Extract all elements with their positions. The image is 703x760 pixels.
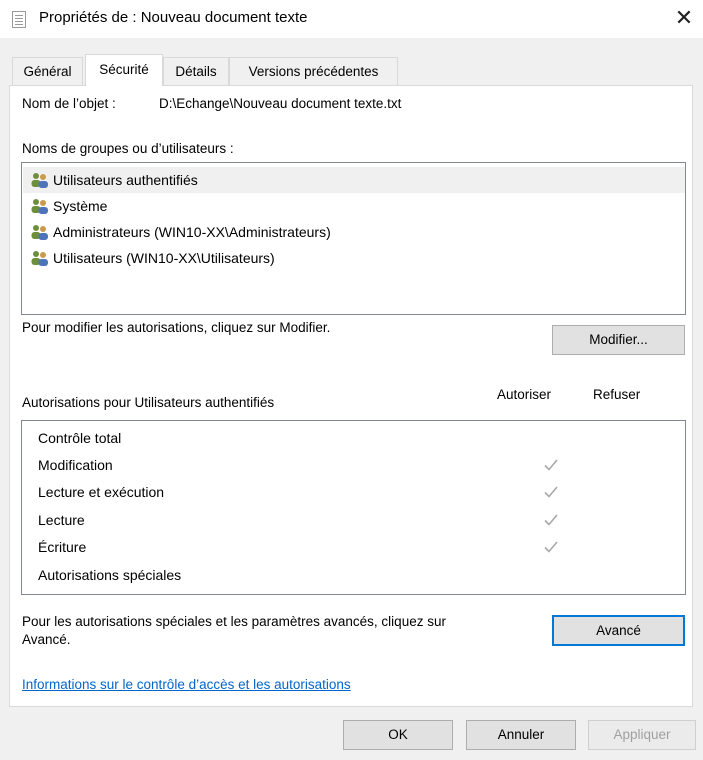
object-name-label: Nom de l’objet : bbox=[22, 96, 116, 111]
allow-check-icon bbox=[544, 486, 558, 498]
tab-securite[interactable]: Sécurité bbox=[85, 54, 163, 86]
close-button[interactable]: ✕ bbox=[667, 2, 701, 34]
allow-check-icon bbox=[544, 541, 558, 553]
ok-button[interactable]: OK bbox=[343, 720, 453, 750]
permission-row: Autorisations spéciales bbox=[38, 562, 678, 589]
permissions-list: Contrôle total Modification Lecture et e… bbox=[21, 420, 686, 595]
list-item-label: Administrateurs (WIN10-XX\Administrateur… bbox=[53, 224, 331, 240]
list-item-label: Utilisateurs authentifiés bbox=[53, 172, 198, 188]
tab-general[interactable]: Général bbox=[12, 57, 83, 85]
list-item-label: Système bbox=[53, 198, 108, 214]
permission-row: Modification bbox=[38, 452, 678, 479]
groups-listbox[interactable]: Utilisateurs authentifiés Système Admini… bbox=[21, 162, 686, 315]
permission-label: Écriture bbox=[38, 539, 87, 555]
permission-label: Modification bbox=[38, 457, 113, 473]
list-item-systeme[interactable]: Système bbox=[23, 193, 685, 219]
access-control-help-link[interactable]: Informations sur le contrôle d’accès et … bbox=[22, 677, 351, 692]
advanced-button[interactable]: Avancé bbox=[552, 615, 685, 646]
modify-hint: Pour modifier les autorisations, cliquez… bbox=[22, 320, 331, 335]
permission-row: Lecture et exécution bbox=[38, 479, 678, 506]
permission-row: Contrôle total bbox=[38, 425, 678, 452]
deny-column-header: Refuser bbox=[593, 387, 641, 402]
user-group-icon bbox=[31, 173, 48, 188]
list-item-label: Utilisateurs (WIN10-XX\Utilisateurs) bbox=[53, 250, 275, 266]
user-group-icon bbox=[31, 251, 48, 266]
permission-label: Contrôle total bbox=[38, 430, 122, 446]
permission-row: Lecture bbox=[38, 507, 678, 534]
permission-row: Écriture bbox=[38, 534, 678, 561]
title-bar: Propriétés de : Nouveau document texte ✕ bbox=[0, 0, 703, 38]
apply-button[interactable]: Appliquer bbox=[588, 720, 696, 750]
cancel-button[interactable]: Annuler bbox=[466, 720, 576, 750]
tab-versions-precedentes[interactable]: Versions précédentes bbox=[229, 57, 398, 85]
advanced-hint-line2: Avancé. bbox=[22, 632, 71, 647]
tab-details[interactable]: Détails bbox=[163, 57, 229, 85]
permission-label: Autorisations spéciales bbox=[38, 567, 182, 583]
allow-check-icon bbox=[544, 459, 558, 471]
user-group-icon bbox=[31, 225, 48, 240]
advanced-hint-line1: Pour les autorisations spéciales et les … bbox=[22, 614, 446, 629]
modify-button[interactable]: Modifier... bbox=[552, 325, 685, 355]
permission-label: Lecture bbox=[38, 512, 85, 528]
user-group-icon bbox=[31, 199, 48, 214]
list-item-utilisateurs-authentifies[interactable]: Utilisateurs authentifiés bbox=[23, 167, 685, 193]
window-title: Propriétés de : Nouveau document texte bbox=[39, 9, 308, 26]
groups-label: Noms de groupes ou d’utilisateurs : bbox=[22, 141, 234, 156]
list-item-administrateurs[interactable]: Administrateurs (WIN10-XX\Administrateur… bbox=[23, 219, 685, 245]
document-icon bbox=[12, 11, 26, 28]
allow-column-header: Autoriser bbox=[497, 387, 552, 402]
permissions-label: Autorisations pour Utilisateurs authenti… bbox=[22, 395, 275, 410]
permission-label: Lecture et exécution bbox=[38, 484, 165, 500]
list-item-utilisateurs[interactable]: Utilisateurs (WIN10-XX\Utilisateurs) bbox=[23, 245, 685, 271]
allow-check-icon bbox=[544, 514, 558, 526]
object-name-value: D:\Echange\Nouveau document texte.txt bbox=[159, 96, 402, 111]
